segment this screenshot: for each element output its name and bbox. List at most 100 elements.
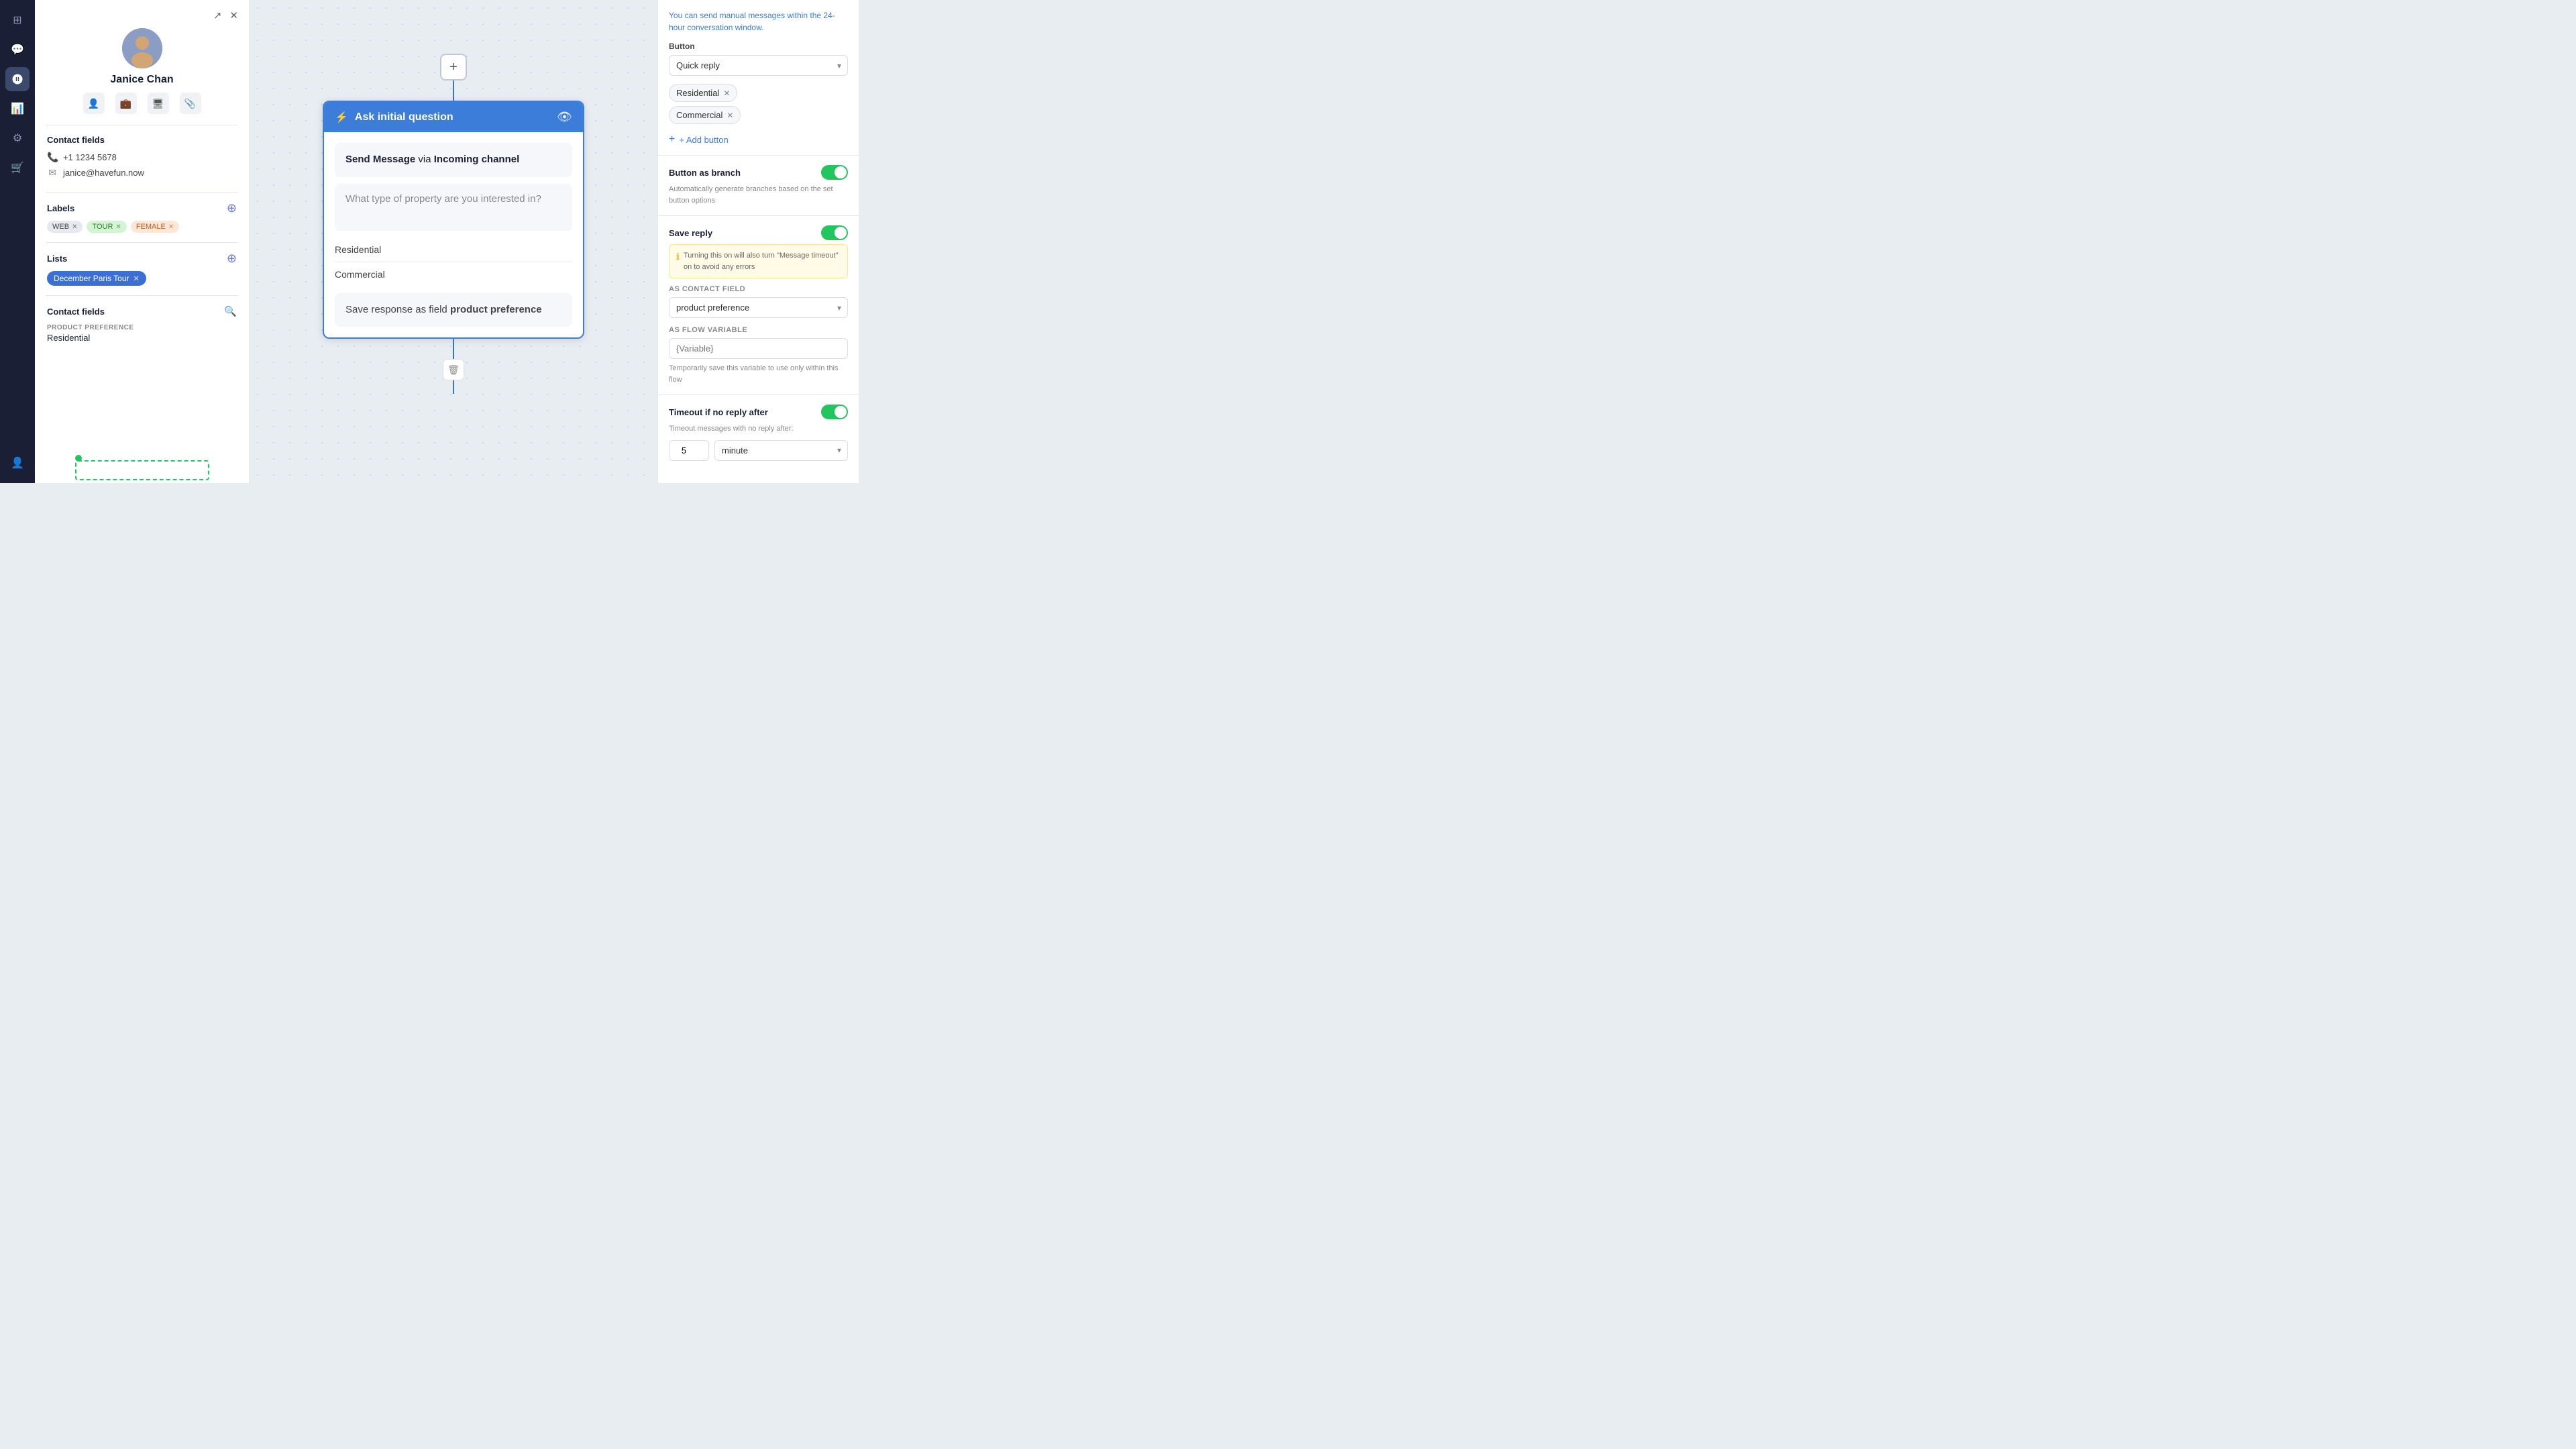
timeout-section: Timeout if no reply after Timeout messag… bbox=[658, 395, 859, 470]
email-icon: ✉ bbox=[47, 167, 58, 178]
contact-email: janice@havefun.now bbox=[63, 168, 144, 178]
flow-variable-input[interactable] bbox=[669, 338, 848, 359]
node-title: Ask initial question bbox=[355, 111, 550, 123]
contact-field-select[interactable]: product preference bbox=[669, 297, 848, 318]
chip-commercial[interactable]: Commercial ✕ bbox=[669, 106, 741, 124]
button-as-branch-toggle[interactable] bbox=[821, 165, 848, 180]
list-december-paris-tour[interactable]: December Paris Tour ✕ bbox=[47, 271, 146, 286]
green-dot-area bbox=[75, 455, 196, 483]
rp-info-section: You can send manual messages within the … bbox=[658, 0, 859, 156]
send-message-box: Send Message via Incoming channel bbox=[335, 143, 572, 177]
avatar bbox=[122, 28, 162, 68]
remove-list-item[interactable]: ✕ bbox=[133, 274, 140, 283]
sidebar-icon-shop[interactable]: 🛒 bbox=[5, 156, 30, 180]
contact-fields-section: Contact fields 🔍 PRODUCT PREFERENCE Resi… bbox=[35, 296, 249, 352]
question-text: What type of property are you interested… bbox=[345, 193, 541, 205]
sidebar-icon-flow[interactable] bbox=[5, 67, 30, 91]
sidebar-icon-user[interactable]: 👤 bbox=[5, 451, 30, 475]
sidebar-icon-settings[interactable]: ⚙ bbox=[5, 126, 30, 150]
timeout-toggle[interactable] bbox=[821, 405, 848, 419]
add-list-button[interactable]: ⊕ bbox=[227, 252, 237, 264]
add-node-button[interactable]: + bbox=[440, 54, 467, 80]
labels-title: Labels ⊕ bbox=[47, 202, 237, 214]
lists-title: Lists ⊕ bbox=[47, 252, 237, 264]
chip-x-commercial[interactable]: ✕ bbox=[727, 111, 733, 120]
add-label-button[interactable]: ⊕ bbox=[227, 202, 237, 214]
chip-residential[interactable]: Residential ✕ bbox=[669, 84, 737, 102]
contact-tab-attachment[interactable]: 📎 bbox=[180, 93, 201, 114]
button-as-branch-label: Button as branch bbox=[669, 168, 741, 178]
as-contact-field-label: AS CONTACT FIELD bbox=[669, 285, 848, 293]
contact-phone: +1 1234 5678 bbox=[63, 152, 117, 162]
product-preference-field: PRODUCT PREFERENCE Residential bbox=[47, 324, 237, 343]
sidebar-icon-analytics[interactable]: 📊 bbox=[5, 97, 30, 121]
bottom-connector bbox=[453, 380, 454, 394]
contact-tab-person[interactable]: 👤 bbox=[83, 93, 105, 114]
remove-label-female[interactable]: ✕ bbox=[168, 223, 174, 231]
warning-box: ℹ Turning this on will also turn "Messag… bbox=[669, 244, 848, 278]
delete-node-button[interactable]: 🗑 bbox=[443, 359, 464, 380]
labels-row: WEB ✕ TOUR ✕ FEMALE ✕ bbox=[47, 221, 237, 233]
button-type-select[interactable]: Quick reply URL Phone Postback bbox=[669, 55, 848, 76]
save-response-prefix: Save response as field bbox=[345, 304, 450, 315]
remove-label-web[interactable]: ✕ bbox=[72, 223, 77, 231]
branch-description: Automatically generate branches based on… bbox=[669, 184, 848, 206]
contact-fields-section-title: Contact fields 🔍 bbox=[47, 305, 237, 317]
external-link-button[interactable]: ↗ bbox=[212, 8, 223, 23]
chip-x-residential[interactable]: ✕ bbox=[723, 89, 730, 98]
add-button-row[interactable]: + + Add button bbox=[669, 128, 848, 146]
contact-name: Janice Chan bbox=[110, 74, 173, 86]
lists-section: Lists ⊕ December Paris Tour ✕ bbox=[35, 243, 249, 295]
warning-text: Turning this on will also turn "Message … bbox=[684, 250, 841, 272]
timeout-label: Timeout if no reply after bbox=[669, 407, 768, 417]
chip-row: Residential ✕ bbox=[669, 84, 848, 102]
close-contact-panel-button[interactable]: ✕ bbox=[228, 8, 239, 23]
incoming-channel-text: Incoming channel bbox=[434, 154, 520, 165]
option-commercial: Commercial bbox=[335, 262, 572, 286]
sidebar-icon-grid[interactable]: ⊞ bbox=[5, 8, 30, 32]
button-as-branch-row: Button as branch bbox=[669, 165, 848, 180]
sidebar: ⊞ 💬 📊 ⚙ 🛒 👤 bbox=[0, 0, 35, 483]
contact-panel-header: ↗ ✕ bbox=[35, 0, 249, 23]
save-reply-label: Save reply bbox=[669, 228, 712, 238]
contact-phone-row: 📞 +1 1234 5678 bbox=[47, 152, 237, 163]
timeout-unit-select-wrapper[interactable]: minute hour day bbox=[714, 440, 848, 461]
eye-icon[interactable]: 👁 bbox=[557, 110, 572, 124]
send-message-text: Send Message bbox=[345, 154, 415, 165]
plus-icon-add: + bbox=[669, 133, 675, 146]
rp-info-text: You can send manual messages within the … bbox=[669, 9, 848, 34]
flow-node-ask-question: + ⚡ Ask initial question 👁 Send Message … bbox=[323, 54, 584, 394]
contact-tab-bag[interactable]: 💼 bbox=[115, 93, 137, 114]
product-preference-label: PRODUCT PREFERENCE bbox=[47, 324, 237, 331]
remove-label-tour[interactable]: ✕ bbox=[115, 223, 121, 231]
flow-canvas: + ⚡ Ask initial question 👁 Send Message … bbox=[250, 0, 657, 483]
dashed-drop-target bbox=[75, 460, 209, 480]
contact-tab-computer[interactable]: 🖥 bbox=[148, 93, 169, 114]
sidebar-icon-chat[interactable]: 💬 bbox=[5, 38, 30, 62]
option-residential: Residential bbox=[335, 237, 572, 262]
label-female[interactable]: FEMALE ✕ bbox=[131, 221, 179, 233]
search-contact-fields-button[interactable]: 🔍 bbox=[224, 305, 237, 317]
timeout-number-input[interactable] bbox=[669, 440, 709, 461]
as-flow-variable-section: AS FLOW VARIABLE Temporarily save this v… bbox=[669, 326, 848, 385]
right-panel: You can send manual messages within the … bbox=[657, 0, 859, 483]
rp-save-reply-section: Save reply ℹ Turning this on will also t… bbox=[658, 216, 859, 395]
label-tour[interactable]: TOUR ✕ bbox=[87, 221, 126, 233]
chip-row-2: Commercial ✕ bbox=[669, 106, 848, 124]
button-type-select-wrapper[interactable]: Quick reply URL Phone Postback bbox=[669, 55, 848, 76]
warning-icon: ℹ bbox=[676, 250, 680, 272]
question-box: What type of property are you interested… bbox=[335, 184, 572, 231]
timeout-unit-select[interactable]: minute hour day bbox=[714, 440, 848, 461]
contact-panel: ↗ ✕ Janice Chan 👤 💼 🖥 📎 Contact fields 📞… bbox=[35, 0, 250, 483]
product-preference-value: Residential bbox=[47, 333, 237, 343]
add-button-label: + Add button bbox=[679, 135, 728, 145]
labels-section: Labels ⊕ WEB ✕ TOUR ✕ FEMALE ✕ bbox=[35, 193, 249, 242]
timeout-helper: Timeout messages with no reply after: bbox=[669, 423, 848, 435]
label-web[interactable]: WEB ✕ bbox=[47, 221, 83, 233]
node-card: ⚡ Ask initial question 👁 Send Message vi… bbox=[323, 101, 584, 339]
lists-row: December Paris Tour ✕ bbox=[47, 271, 237, 286]
save-reply-toggle[interactable] bbox=[821, 225, 848, 240]
contact-fields-basic: Contact fields 📞 +1 1234 5678 ✉ janice@h… bbox=[35, 125, 249, 192]
contact-fields-title: Contact fields bbox=[47, 135, 237, 145]
contact-field-select-wrapper[interactable]: product preference bbox=[669, 297, 848, 318]
